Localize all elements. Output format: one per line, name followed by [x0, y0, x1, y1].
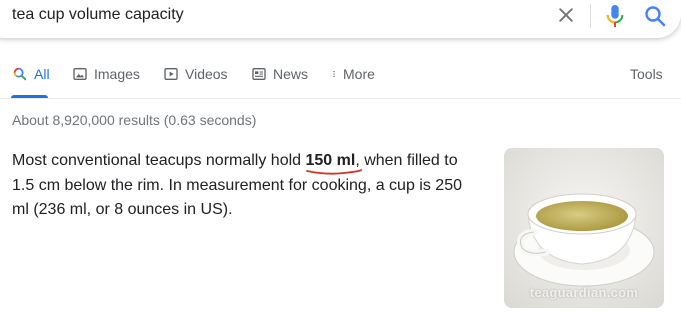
- tab-label: Videos: [185, 66, 228, 82]
- featured-snippet-text: Most conventional teacups normally hold …: [12, 149, 482, 223]
- search-divider: [590, 4, 591, 28]
- tab-label: Images: [94, 66, 140, 82]
- news-icon: [252, 68, 266, 80]
- microphone-icon[interactable]: [604, 3, 626, 29]
- red-underline-mark: [305, 169, 362, 175]
- result-stats: About 8,920,000 results (0.63 seconds): [12, 112, 257, 128]
- tab-images[interactable]: Images: [72, 66, 140, 82]
- image-icon: [73, 68, 87, 80]
- search-input[interactable]: tea cup volume capacity: [12, 6, 184, 24]
- search-icon: [13, 67, 27, 81]
- tab-news[interactable]: News: [251, 66, 308, 82]
- search-icon[interactable]: [643, 4, 667, 28]
- snippet-thumbnail[interactable]: teaguardian.com: [504, 148, 664, 308]
- search-box[interactable]: tea cup volume capacity: [0, 0, 681, 38]
- image-watermark: teaguardian.com: [529, 285, 639, 300]
- teacup-image: [504, 148, 664, 308]
- tab-label: More: [343, 66, 375, 82]
- snippet-text-before: Most conventional teacups normally hold: [12, 152, 306, 169]
- video-icon: [164, 68, 178, 80]
- tab-all[interactable]: All: [12, 66, 50, 82]
- tab-label: All: [34, 66, 50, 82]
- clear-icon[interactable]: [556, 5, 576, 25]
- tab-label: News: [273, 66, 309, 82]
- snippet-highlight: 150 ml: [306, 152, 362, 175]
- search-tabs: All Images Videos News More: [0, 60, 681, 99]
- more-dots-icon: [333, 71, 335, 77]
- tabs-divider: [0, 98, 681, 99]
- tab-videos[interactable]: Videos: [163, 66, 228, 82]
- tools-button[interactable]: Tools: [630, 66, 663, 82]
- tab-more[interactable]: More: [330, 66, 375, 82]
